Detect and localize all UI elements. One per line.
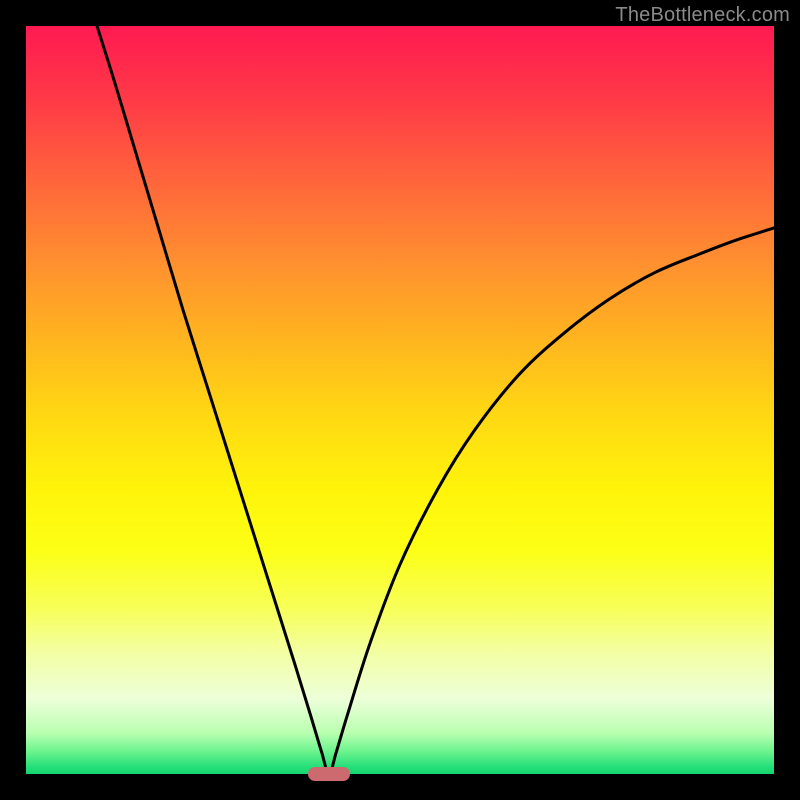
curve-layer: [26, 26, 774, 774]
outer-frame: TheBottleneck.com: [0, 0, 800, 800]
min-marker: [308, 767, 350, 781]
watermark-text: TheBottleneck.com: [615, 4, 790, 27]
bottleneck-curve: [97, 26, 774, 774]
